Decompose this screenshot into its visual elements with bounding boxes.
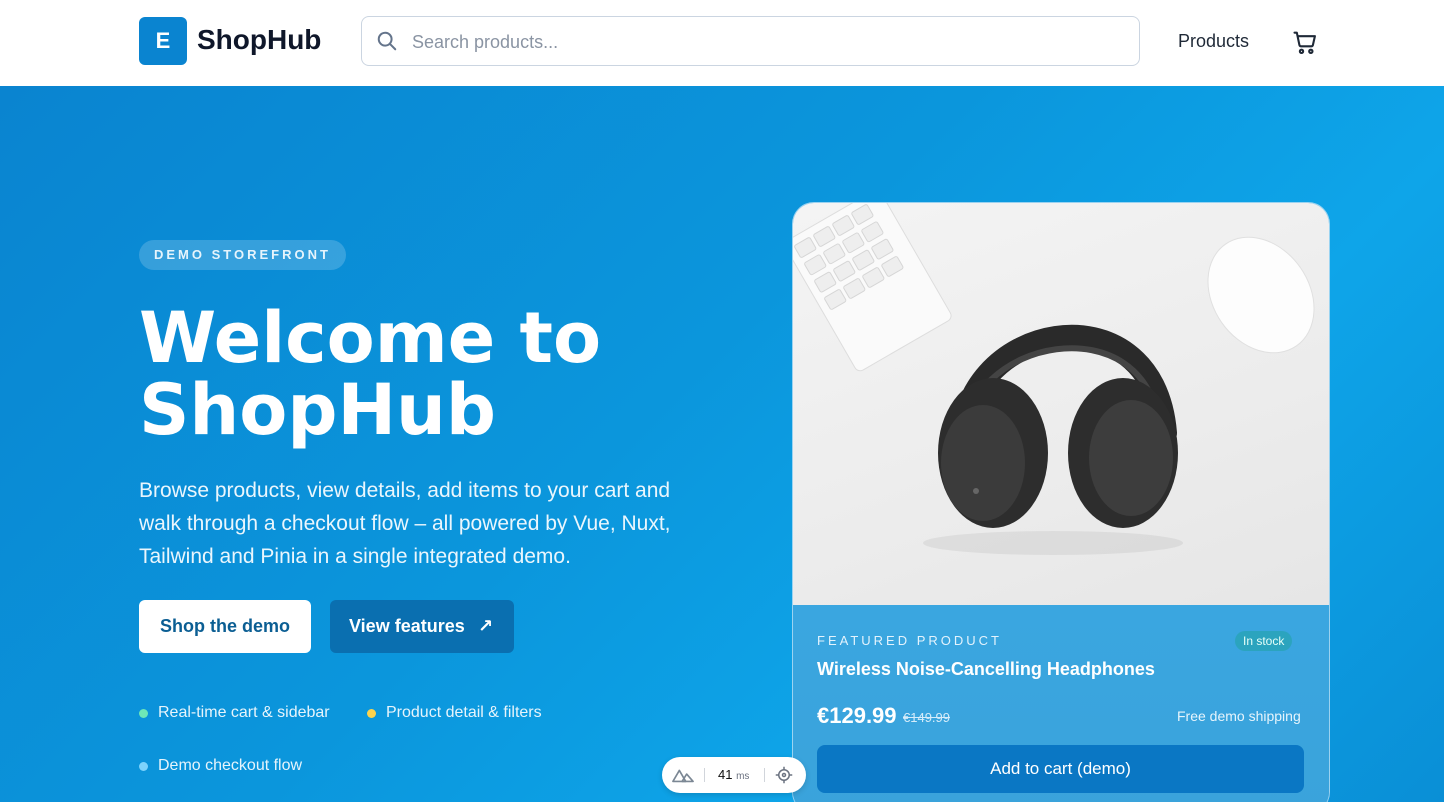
cart-icon[interactable] xyxy=(1291,28,1319,56)
product-old-price: €149.99 xyxy=(903,710,950,725)
nav-link-products[interactable]: Products xyxy=(1178,31,1249,52)
shipping-note: Free demo shipping xyxy=(1177,708,1301,724)
green-dot-icon xyxy=(139,709,148,718)
search-input[interactable] xyxy=(410,17,1114,67)
nuxt-logo-icon[interactable] xyxy=(672,767,694,783)
product-info-panel: FEATURED PRODUCT In stock Wireless Noise… xyxy=(793,605,1329,802)
feature-checkout: Demo checkout flow xyxy=(158,757,303,774)
search-bar xyxy=(361,16,1140,67)
brand-name[interactable]: ShopHub xyxy=(197,24,321,56)
stock-badge: In stock xyxy=(1235,631,1293,651)
feature-realtime-cart: Real-time cart & sidebar xyxy=(158,704,330,721)
hero-description: Browse products, view details, add items… xyxy=(139,479,671,568)
external-arrow-icon: ↗ xyxy=(478,616,494,636)
yellow-dot-icon xyxy=(367,709,376,718)
product-price: €129.99 xyxy=(817,703,897,728)
top-navbar: E ShopHub Products xyxy=(0,0,1444,87)
add-to-cart-button[interactable]: Add to cart (demo) xyxy=(817,745,1304,793)
logo-icon[interactable]: E xyxy=(139,17,187,65)
view-features-button[interactable]: View features ↗ xyxy=(330,600,514,653)
headphones-image-icon xyxy=(793,203,1315,555)
inspect-target-icon[interactable] xyxy=(775,766,793,784)
demo-storefront-badge: DEMO STOREFRONT xyxy=(139,240,346,270)
hero-section: DEMO STOREFRONT Welcome to ShopHub Brows… xyxy=(0,86,1444,802)
shop-demo-button[interactable]: Shop the demo xyxy=(139,600,311,653)
divider xyxy=(764,768,765,782)
view-features-label: View features xyxy=(349,616,465,636)
search-icon xyxy=(377,31,397,51)
nuxt-devtools-pill[interactable]: 41 ms xyxy=(662,757,806,793)
feature-product-detail: Product detail & filters xyxy=(386,704,542,721)
render-time: 41 ms xyxy=(718,767,750,782)
product-image[interactable] xyxy=(793,203,1329,605)
divider xyxy=(704,768,705,782)
featured-product-label: FEATURED PRODUCT xyxy=(817,633,1002,648)
blue-dot-icon xyxy=(139,762,148,771)
hero-headline: Welcome to ShopHub xyxy=(139,297,602,451)
featured-product-card[interactable]: FEATURED PRODUCT In stock Wireless Noise… xyxy=(792,202,1330,802)
product-name[interactable]: Wireless Noise-Cancelling Headphones xyxy=(817,659,1155,680)
